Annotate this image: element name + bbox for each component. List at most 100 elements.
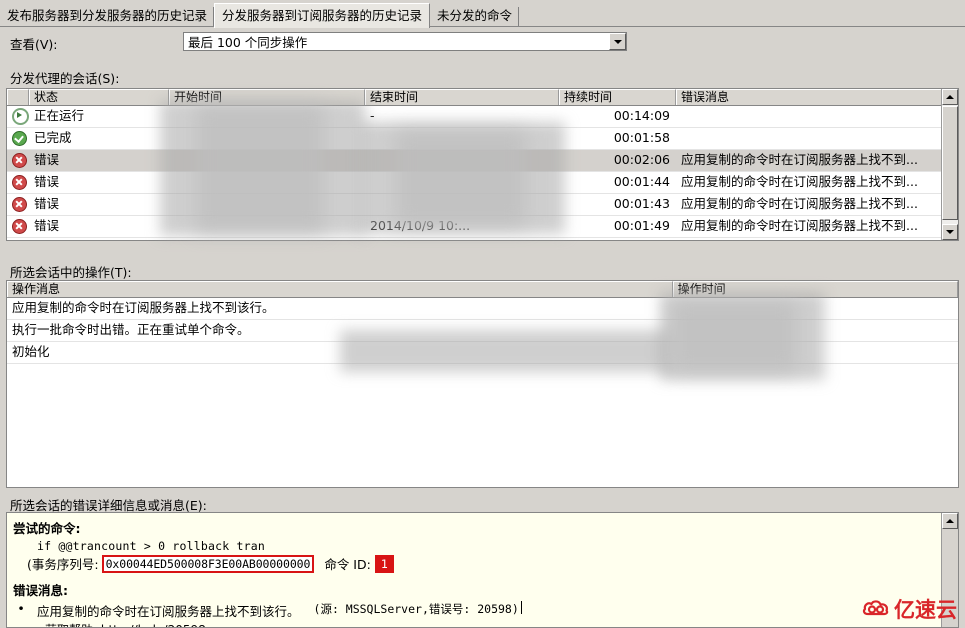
command-id-value: 1	[374, 554, 394, 573]
cell-duration: 00:14:09	[613, 108, 670, 123]
error-help-link[interactable]: 获取帮助: http://help/20598	[45, 621, 952, 627]
tab-label: 未分发的命令	[437, 8, 513, 23]
error-message-text: 应用复制的命令时在订阅服务器上找不到该行。	[37, 604, 300, 619]
scrollbar-thumb[interactable]	[942, 106, 958, 220]
cloud-logo-icon	[862, 600, 889, 616]
cell-status: 正在运行	[34, 108, 85, 123]
cell-start-time	[169, 172, 365, 193]
sequence-number-label: (事务序列号:	[27, 557, 99, 572]
cell-error-message	[676, 128, 943, 149]
chevron-down-icon[interactable]	[609, 33, 626, 50]
table-row[interactable]: 已完成 00:01:58	[7, 128, 958, 150]
view-combobox[interactable]: 最后 100 个同步操作	[183, 32, 627, 51]
table-row[interactable]: 初始化	[7, 342, 958, 364]
attempted-command-heading: 尝试的命令:	[13, 521, 81, 536]
column-header-action-message[interactable]: 操作消息	[7, 281, 673, 297]
cell-start-time	[169, 194, 365, 215]
error-message-bullet-row: • 应用复制的命令时在订阅服务器上找不到该行。 (源: MSSQLServer,…	[13, 601, 952, 620]
cell-error-message: 应用复制的命令时在订阅服务器上找不到...	[681, 174, 918, 189]
cell-error-message: 应用复制的命令时在订阅服务器上找不到...	[681, 152, 918, 167]
cell-end-time: -	[370, 108, 375, 123]
cell-status: 错误	[34, 196, 60, 211]
table-row[interactable]: 错误 00:02:06 应用复制的命令时在订阅服务器上找不到...	[7, 150, 958, 172]
cell-duration: 00:02:06	[613, 152, 670, 167]
cell-action-message: 初始化	[12, 344, 50, 359]
chevron-down-glyph	[613, 39, 622, 44]
cell-duration: 00:01:49	[613, 218, 670, 233]
attempted-command-sql: if @@trancount > 0 rollback tran	[37, 539, 265, 553]
cell-end-time	[365, 128, 559, 149]
scroll-down-icon[interactable]	[942, 224, 958, 240]
running-icon	[7, 108, 29, 125]
cell-action-time	[673, 342, 958, 363]
error-icon	[7, 219, 29, 234]
cell-duration: 00:01:58	[613, 130, 670, 145]
column-header-start-time[interactable]: 开始时间	[169, 89, 365, 105]
tab-label: 发布服务器到分发服务器的历史记录	[7, 8, 208, 23]
column-header-action-time[interactable]: 操作时间	[672, 281, 958, 297]
cell-start-time	[169, 216, 365, 237]
cell-action-message: 执行一批命令时出错。正在重试单个命令。	[12, 322, 250, 337]
actions-grid-header: 操作消息 操作时间	[7, 281, 958, 298]
table-row[interactable]: 应用复制的命令时在订阅服务器上找不到该行。	[7, 298, 958, 320]
cell-status: 错误	[34, 152, 60, 167]
sessions-grid-header: 状态 开始时间 结束时间 持续时间 错误消息	[7, 89, 958, 106]
error-message-source: (源: MSSQLServer,错误号: 20598)	[313, 602, 519, 616]
cell-error-message: 应用复制的命令时在订阅服务器上找不到...	[681, 218, 918, 233]
table-row[interactable]: 错误 00:01:43 应用复制的命令时在订阅服务器上找不到...	[7, 194, 958, 216]
text-caret	[520, 601, 522, 614]
view-combobox-value: 最后 100 个同步操作	[188, 35, 308, 50]
actions-grid: 操作消息 操作时间 应用复制的命令时在订阅服务器上找不到该行。 执行一批命令时出…	[6, 280, 959, 488]
watermark: 亿速云	[862, 594, 957, 624]
cell-duration: 00:01:43	[613, 196, 670, 211]
cell-start-time	[169, 128, 365, 149]
cell-start-time	[169, 150, 365, 171]
table-row[interactable]: 错误 00:01:44 应用复制的命令时在订阅服务器上找不到...	[7, 172, 958, 194]
cell-status: 错误	[34, 218, 60, 233]
cell-error-message: 应用复制的命令时在订阅服务器上找不到...	[681, 196, 918, 211]
tab-undistributed-commands[interactable]: 未分发的命令	[430, 5, 520, 27]
cell-end-time	[365, 150, 559, 171]
cell-duration: 00:01:44	[613, 174, 670, 189]
error-detail-panel[interactable]: 尝试的命令: if @@trancount > 0 rollback tran …	[6, 512, 959, 628]
column-header-end-time[interactable]: 结束时间	[365, 89, 559, 105]
column-header-error-message[interactable]: 错误消息	[676, 89, 943, 105]
error-icon	[7, 175, 29, 190]
table-row[interactable]: 错误 2014/10/9 10:... 00:01:49 应用复制的命令时在订阅…	[7, 216, 958, 238]
tab-publisher-to-distributor[interactable]: 发布服务器到分发服务器的历史记录	[0, 5, 215, 27]
sessions-vertical-scrollbar[interactable]	[941, 89, 958, 240]
scroll-up-icon[interactable]	[942, 89, 958, 105]
tab-strip: 发布服务器到分发服务器的历史记录 分发服务器到订阅服务器的历史记录 未分发的命令	[0, 0, 965, 28]
cell-action-time	[673, 320, 958, 341]
sessions-grid: 状态 开始时间 结束时间 持续时间 错误消息 正在运行 - 00:14:09 已…	[6, 88, 959, 241]
cell-start-time	[169, 106, 365, 127]
error-message-heading: 错误消息:	[13, 583, 68, 598]
error-icon	[7, 153, 29, 168]
watermark-text: 亿速云	[894, 598, 957, 622]
view-label: 查看(V):	[10, 37, 58, 52]
cell-action-message: 应用复制的命令时在订阅服务器上找不到该行。	[12, 300, 275, 315]
tab-distributor-to-subscriber[interactable]: 分发服务器到订阅服务器的历史记录	[214, 3, 431, 28]
column-header-status[interactable]: 状态	[29, 89, 169, 105]
error-icon	[7, 197, 29, 212]
cell-action-time	[673, 298, 958, 319]
success-icon	[7, 131, 29, 146]
bullet-icon: •	[17, 601, 25, 616]
sessions-label: 分发代理的会话(S):	[10, 71, 120, 86]
scroll-up-icon[interactable]	[942, 513, 958, 529]
cell-status: 已完成	[34, 130, 72, 145]
actions-label: 所选会话中的操作(T):	[10, 265, 132, 280]
command-id-label: 命令 ID:	[324, 557, 371, 572]
sequence-number-value: 0x00044ED500008F3E00AB00000000	[101, 554, 315, 573]
table-row[interactable]: 执行一批命令时出错。正在重试单个命令。	[7, 320, 958, 342]
column-header-duration[interactable]: 持续时间	[559, 89, 676, 105]
tab-label: 分发服务器到订阅服务器的历史记录	[222, 8, 423, 23]
table-row[interactable]: 正在运行 - 00:14:09	[7, 106, 958, 128]
cell-status: 错误	[34, 174, 60, 189]
cell-error-message	[676, 106, 943, 127]
view-row: 查看(V): 最后 100 个同步操作	[0, 30, 965, 54]
tab-strip-divider	[0, 26, 965, 27]
cell-end-time	[365, 172, 559, 193]
cell-end-time	[365, 194, 559, 215]
column-header-icon[interactable]	[7, 89, 29, 105]
